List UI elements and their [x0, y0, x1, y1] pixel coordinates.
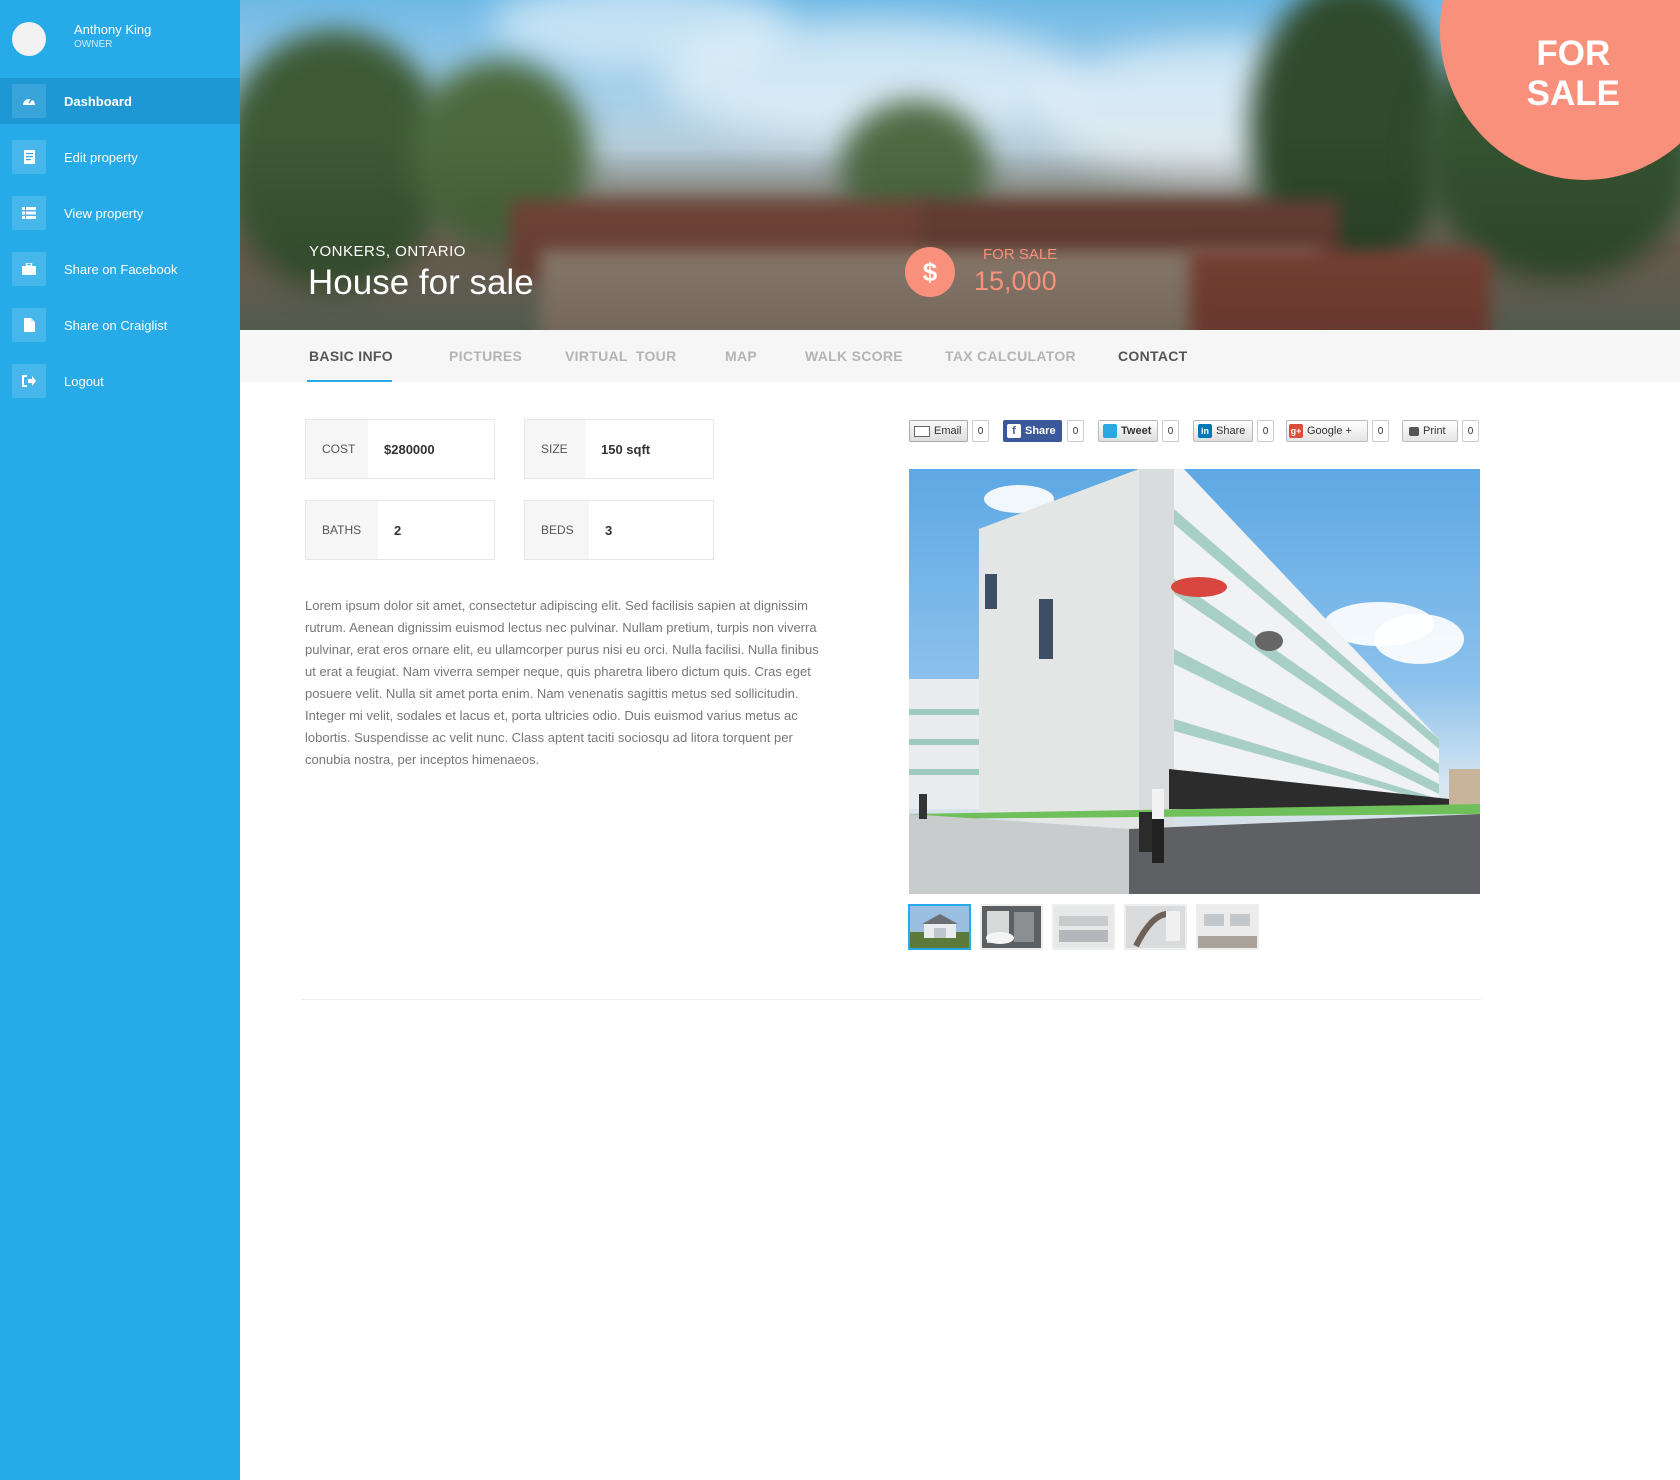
share-label: Google + — [1307, 425, 1352, 437]
file-icon — [12, 308, 46, 342]
property-location: YONKERS, ONTARIO — [309, 243, 466, 260]
fact-value: $280000 — [384, 441, 435, 457]
facebook-icon: f — [1007, 424, 1021, 438]
fact-size: SIZE 150 sqft — [524, 419, 714, 479]
facebook-share-button[interactable]: f Share — [1003, 420, 1062, 442]
twitter-icon — [1103, 424, 1117, 438]
user-role: OWNER — [74, 39, 113, 50]
share-label: Email — [934, 425, 962, 437]
user-name: Anthony King — [74, 22, 152, 37]
sidebar-item-label: Share on Facebook — [64, 261, 178, 277]
price-label: FOR SALE — [983, 246, 1058, 263]
sidebar-item-label: Edit property — [64, 149, 138, 165]
fact-label: BATHS — [306, 501, 378, 559]
sidebar: Anthony King OWNER Dashboard Edit proper… — [0, 0, 240, 1480]
google-plus-icon: g+ — [1289, 424, 1303, 438]
fact-beds: BEDS 3 — [524, 500, 714, 560]
photo-thumbnail[interactable] — [908, 904, 971, 950]
active-tab-indicator — [307, 380, 392, 382]
sidebar-item-share-craiglist[interactable]: Share on Craiglist — [0, 302, 240, 348]
share-label: Share — [1025, 425, 1056, 437]
share-count: 0 — [1067, 420, 1084, 442]
photo-thumbnail[interactable] — [1052, 904, 1115, 950]
tab-virtual-tour[interactable]: VIRTUAL TOUR — [565, 348, 677, 364]
share-count: 0 — [972, 420, 989, 442]
tab-pictures[interactable]: PICTURES — [449, 348, 522, 364]
print-button[interactable]: Print — [1402, 420, 1458, 442]
property-title: House for sale — [308, 263, 534, 302]
linkedin-share-button[interactable]: in Share — [1193, 420, 1253, 442]
badge-line: SALE — [1526, 74, 1620, 113]
share-count: 0 — [1462, 420, 1479, 442]
logout-icon — [12, 364, 46, 398]
fact-label: COST — [306, 420, 368, 478]
document-icon — [12, 140, 46, 174]
email-icon — [914, 425, 930, 437]
email-share-button[interactable]: Email — [909, 420, 968, 442]
list-icon — [12, 196, 46, 230]
share-label: Print — [1423, 425, 1446, 437]
linkedin-icon: in — [1198, 424, 1212, 438]
sidebar-item-logout[interactable]: Logout — [0, 358, 240, 404]
twitter-share-button[interactable]: Tweet — [1098, 420, 1158, 442]
sidebar-item-label: Logout — [64, 373, 104, 389]
user-profile: Anthony King OWNER — [0, 0, 240, 78]
share-label: Share — [1216, 425, 1246, 437]
fact-value: 150 sqft — [601, 441, 651, 457]
sidebar-item-view-property[interactable]: View property — [0, 190, 240, 236]
share-count: 0 — [1162, 420, 1179, 442]
dashboard-icon — [12, 84, 46, 118]
fact-label: SIZE — [525, 420, 585, 478]
photo-thumbnail[interactable] — [980, 904, 1043, 950]
fact-baths: BATHS 2 — [305, 500, 495, 560]
briefcase-icon — [12, 252, 46, 286]
sidebar-item-share-facebook[interactable]: Share on Facebook — [0, 246, 240, 292]
tab-tax-calculator[interactable]: TAX CALCULATOR — [945, 348, 1076, 364]
google-plus-share-button[interactable]: g+ Google + — [1286, 420, 1368, 442]
share-count: 0 — [1372, 420, 1389, 442]
sidebar-item-label: Share on Craiglist — [64, 317, 168, 333]
sidebar-item-label: View property — [64, 205, 144, 221]
badge-line: FOR — [1536, 34, 1611, 73]
for-sale-badge-text: FOR SALE — [1527, 34, 1620, 114]
fact-value: 3 — [605, 522, 613, 538]
share-label: Tweet — [1121, 425, 1152, 437]
tab-walk-score[interactable]: WALK SCORE — [805, 348, 903, 364]
fact-label: BEDS — [525, 501, 589, 559]
main-property-photo[interactable] — [909, 469, 1480, 894]
price-value: 15,000 — [974, 266, 1057, 296]
sidebar-item-dashboard[interactable]: Dashboard — [0, 78, 240, 124]
fact-value: 2 — [394, 522, 402, 538]
tab-basic-info[interactable]: BASIC INFO — [309, 348, 393, 364]
property-description: Lorem ipsum dolor sit amet, consectetur … — [305, 598, 819, 767]
print-icon — [1409, 426, 1419, 436]
share-count: 0 — [1257, 420, 1274, 442]
dollar-icon: $ — [905, 247, 955, 297]
photo-thumbnail[interactable] — [1124, 904, 1187, 950]
avatar[interactable] — [12, 22, 46, 56]
property-tabs: BASIC INFO PICTURES VIRTUAL TOUR MAP WAL… — [240, 330, 1680, 382]
content-divider — [301, 999, 1481, 1000]
fact-cost: COST $280000 — [305, 419, 495, 479]
photo-thumbnail[interactable] — [1196, 904, 1259, 950]
hero-banner: YONKERS, ONTARIO House for sale $ FOR SA… — [240, 0, 1680, 330]
tab-contact[interactable]: CONTACT — [1118, 348, 1188, 364]
tab-map[interactable]: MAP — [725, 348, 757, 364]
sidebar-item-edit-property[interactable]: Edit property — [0, 134, 240, 180]
sidebar-item-label: Dashboard — [64, 93, 132, 109]
